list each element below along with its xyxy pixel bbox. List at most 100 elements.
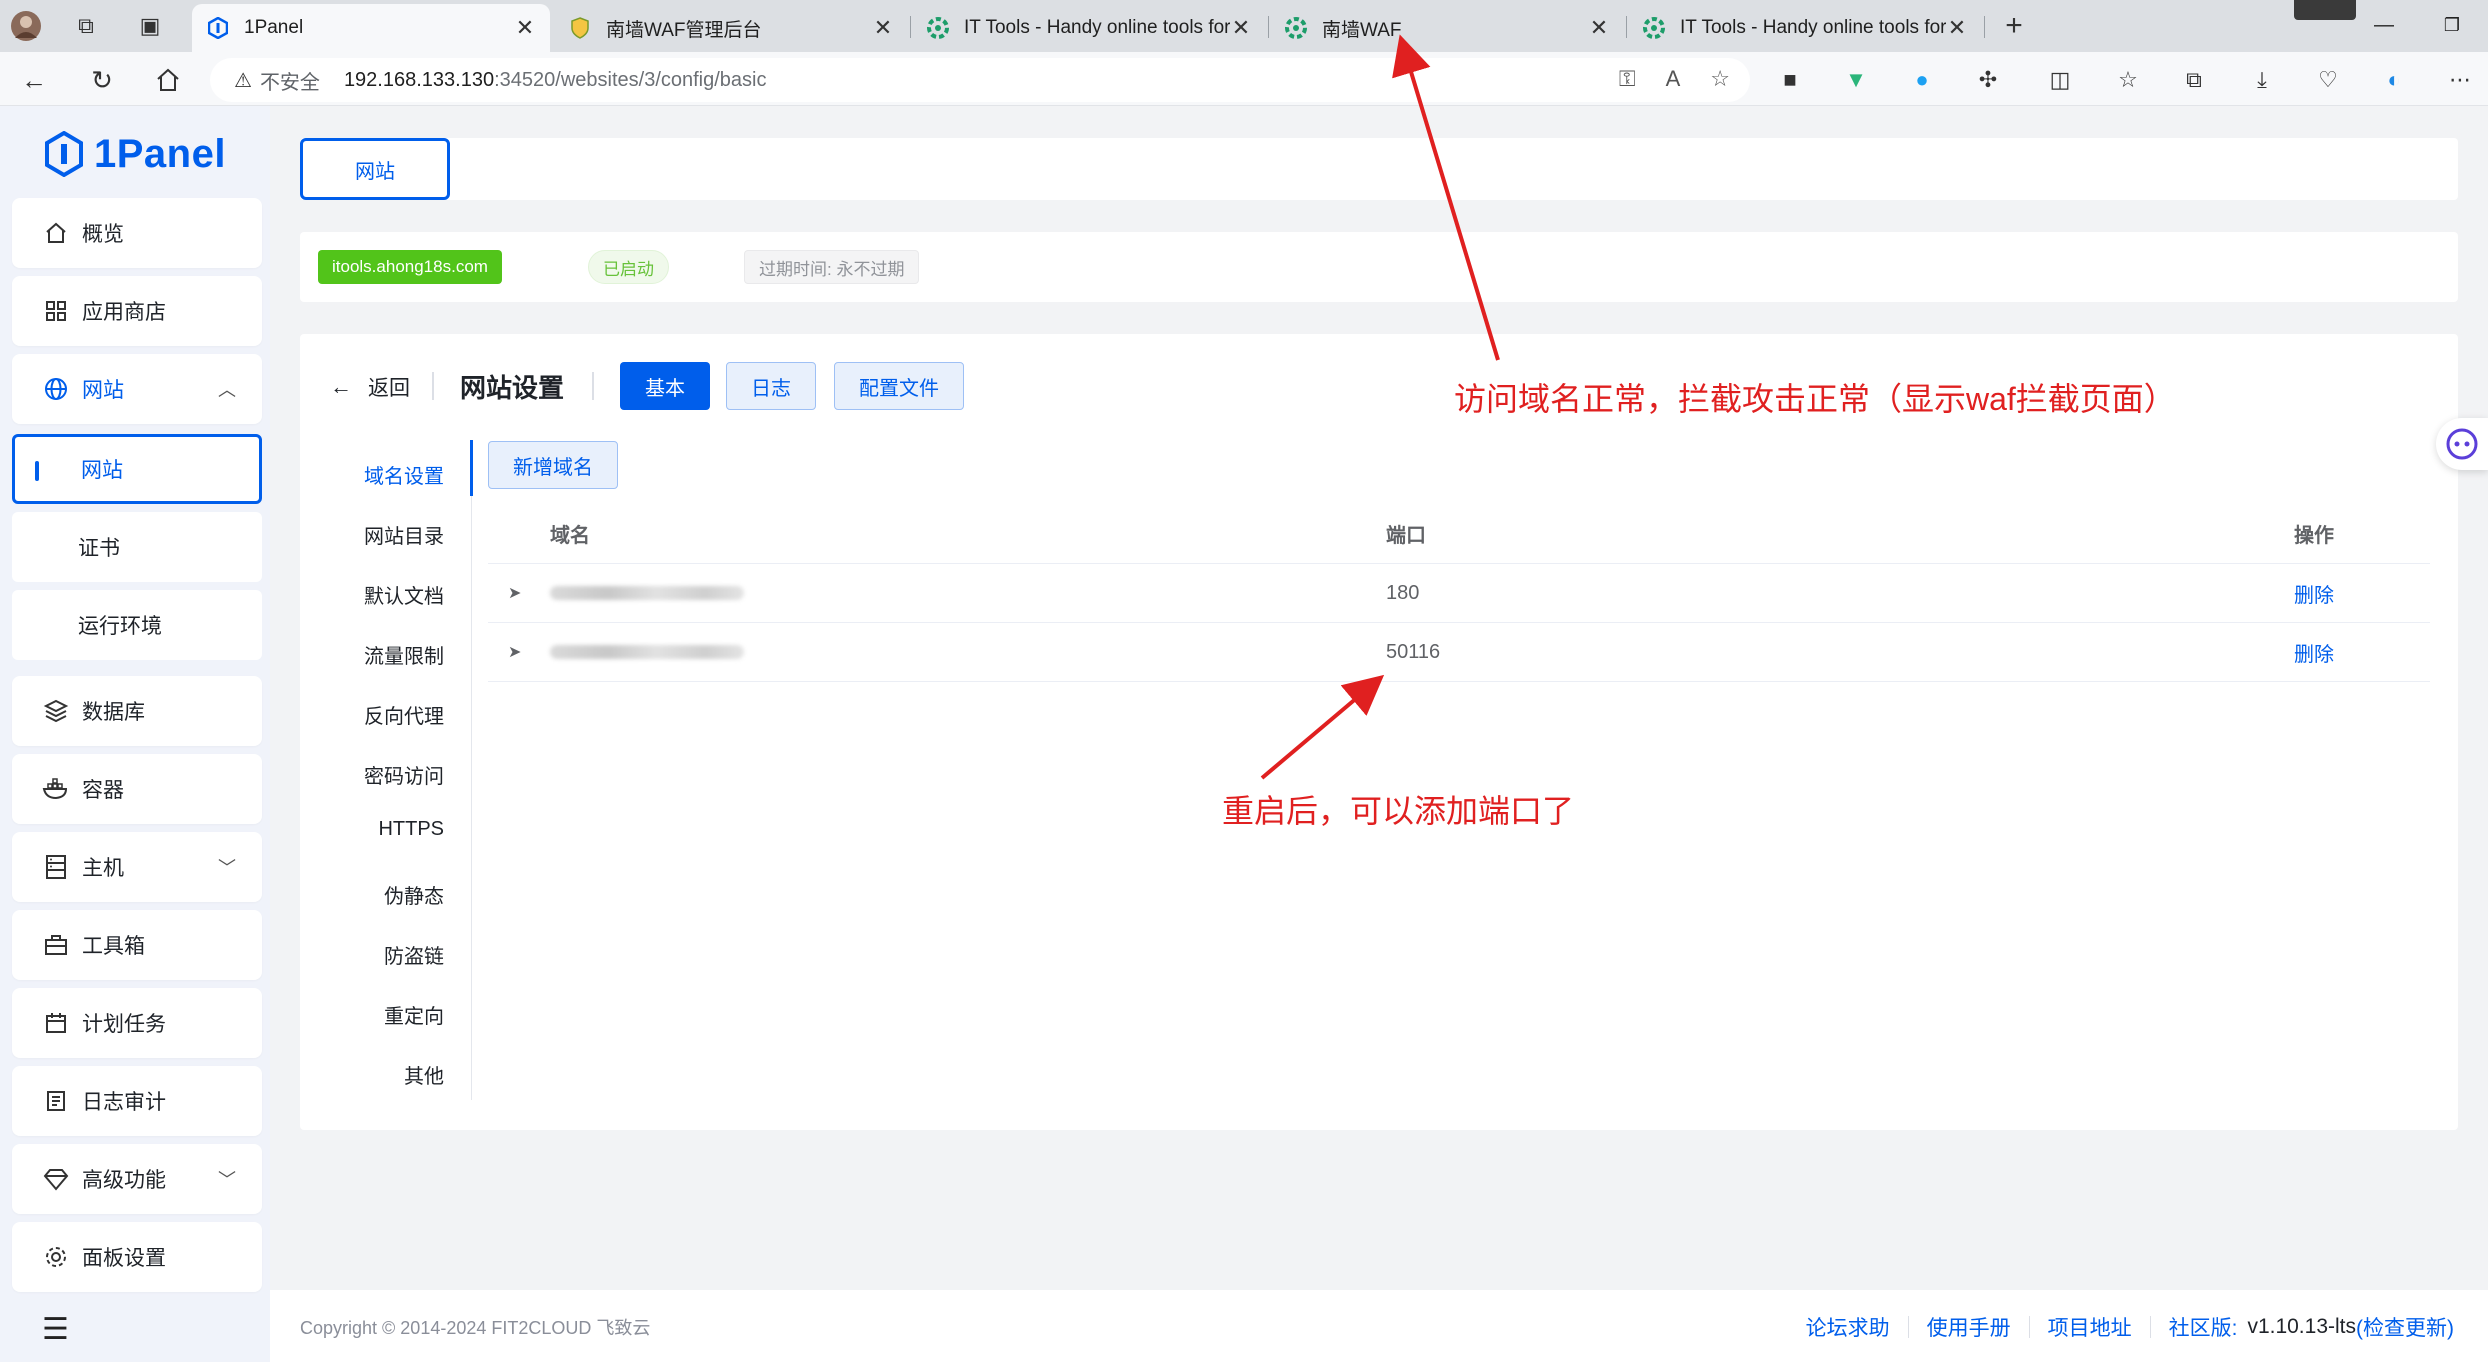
tab-1panel[interactable]: 1Panel ✕ [192,4,550,52]
back-button[interactable]: ← 返回 [330,372,410,402]
side-nav-redirect[interactable]: 重定向 [384,1000,444,1029]
sidebar-item-websites[interactable]: 网站 ︿ [12,354,262,424]
sidebar-item-panel-settings[interactable]: 面板设置 [12,1222,262,1292]
new-tab-icon[interactable]: + [1998,9,2030,42]
vue-devtools-icon[interactable]: ▼ [1840,64,1872,96]
collapse-menu-icon[interactable]: ☰ [42,1312,69,1347]
restore-icon[interactable]: ❐ [2432,8,2472,42]
extension-bird-icon[interactable]: ● [1906,64,1938,96]
browser-tab-bar: ⧉ ▣ 1Panel ✕ 南墙WAF管理后台 ✕ IT Tools - Hand… [0,0,2488,52]
security-label[interactable]: 不安全 [260,66,320,95]
tab-it-tools-2[interactable]: IT Tools - Handy online tools for ✕ [1628,4,1982,52]
sidebar-item-database[interactable]: 数据库 [12,676,262,746]
sidebar-subitem-certificate[interactable]: 证书 [12,512,262,582]
close-tab-icon[interactable]: ✕ [1588,15,1610,41]
column-header-domain: 域名 [550,525,590,547]
side-nav-password-access[interactable]: 密码访问 [364,760,444,789]
side-nav-other[interactable]: 其他 [404,1060,444,1089]
it-tools-favicon-icon [926,16,950,40]
extensions-puzzle-icon[interactable]: ✣ [1972,64,2004,96]
add-domain-button[interactable]: 新增域名 [488,441,618,489]
sidebar-subitem-runtime[interactable]: 运行环境 [12,590,262,660]
side-nav-divider [471,496,472,1100]
sidebar-subitem-website[interactable]: 网站 [12,434,262,504]
logo-text: 1Panel [94,131,226,176]
edge-copilot-icon[interactable]: ◐ [2378,64,2410,96]
check-update-link[interactable]: (检查更新) [2356,1312,2454,1342]
domain-table: 域名 端口 操作 ➤ 180 删除 ➤ 50116 删除 [488,504,2430,682]
sidebar-item-overview[interactable]: 概览 [12,198,262,268]
minimize-icon[interactable]: — [2364,8,2404,42]
manual-link[interactable]: 使用手册 [1927,1312,2011,1342]
globe-icon [42,375,70,403]
sidebar-item-cron[interactable]: 计划任务 [12,988,262,1058]
docker-whale-icon [42,775,70,803]
side-nav-hotlink[interactable]: 防盗链 [384,940,444,969]
tab-it-tools[interactable]: IT Tools - Handy online tools for ✕ [912,4,1266,52]
downloads-icon[interactable]: ⤓ [2246,64,2278,96]
side-nav-domain[interactable]: 域名设置 [364,460,444,489]
site-domain-tag[interactable]: itools.ahong18s.com [318,250,502,284]
side-nav-reverse-proxy[interactable]: 反向代理 [364,700,444,729]
vertical-tabs-icon[interactable]: ▣ [134,10,166,42]
sidebar-item-containers[interactable]: 容器 [12,754,262,824]
sidebar-item-app-store[interactable]: 应用商店 [12,276,262,346]
sidebar-item-label: 工具箱 [82,935,145,958]
side-nav-active-bar [470,440,473,496]
side-nav-site-dir[interactable]: 网站目录 [364,520,444,549]
close-tab-icon[interactable]: ✕ [1230,15,1252,41]
side-nav-default-doc[interactable]: 默认文档 [364,580,444,609]
warning-icon[interactable]: ⚠ [234,68,252,93]
favorite-star-icon[interactable]: ☆ [1710,66,1730,92]
logo[interactable]: 1Panel [44,124,226,184]
favorites-icon[interactable]: ☆ [2112,64,2144,96]
close-tab-icon[interactable]: ✕ [514,15,536,41]
tab-config-file[interactable]: 配置文件 [834,362,964,410]
delete-link[interactable]: 删除 [2294,623,2334,681]
more-menu-icon[interactable]: ⋯ [2444,64,2476,96]
side-nav-rate-limit[interactable]: 流量限制 [364,640,444,669]
sidebar-item-advanced[interactable]: 高级功能 ﹀ [12,1144,262,1214]
it-tools-favicon-icon [1642,16,1666,40]
forum-link[interactable]: 论坛求助 [1806,1312,1890,1342]
assistant-robot-icon[interactable] [2436,418,2488,470]
grid-icon [42,297,70,325]
reload-icon[interactable]: ↻ [84,62,120,98]
blurred-text [550,645,744,659]
home-icon[interactable] [150,62,186,98]
split-screen-icon[interactable]: ◫ [2044,64,2076,96]
sidebar-item-logs[interactable]: 日志审计 [12,1066,262,1136]
tab-nanqiang-waf[interactable]: 南墙WAF ✕ [1270,4,1624,52]
server-icon [42,853,70,881]
project-link[interactable]: 项目地址 [2048,1312,2132,1342]
close-tab-icon[interactable]: ✕ [872,15,894,41]
sidebar-item-host[interactable]: 主机 ﹀ [12,832,262,902]
copyright-text: Copyright © 2014-2024 FIT2CLOUD 飞致云 [300,1318,651,1338]
read-aloud-icon[interactable]: A [1666,66,1681,92]
workspaces-icon[interactable]: ⧉ [70,10,102,42]
tab-logs[interactable]: 日志 [726,362,816,410]
toolbox-icon [42,931,70,959]
sidebar: 1Panel 概览 应用商店 网站 ︿ 网站 证书 运行环境 数据库 容器 主机… [0,106,270,1362]
performance-icon[interactable]: ♡ [2312,64,2344,96]
tab-title: 1Panel [244,17,304,38]
collections-icon[interactable]: ⧉ [2178,64,2210,96]
close-tab-icon[interactable]: ✕ [1946,15,1968,41]
1panel-logo-icon [45,131,83,177]
chevron-down-icon: ﹀ [218,1170,236,1190]
key-icon[interactable]: ⚿ [1619,66,1636,92]
port-cell: 50116 [1386,640,1441,663]
layers-icon [42,697,70,725]
website-tab-button[interactable]: 网站 [300,138,450,200]
back-arrow-icon[interactable]: ← [16,62,52,98]
side-nav-https[interactable]: HTTPS [378,818,444,841]
tab-nanqiang-admin[interactable]: 南墙WAF管理后台 ✕ [554,4,908,52]
domain-cell-blurred [550,623,744,681]
delete-link[interactable]: 删除 [2294,564,2334,622]
extension-black-icon[interactable]: ■ [1774,64,1806,96]
profile-avatar-icon[interactable] [10,10,42,42]
url-field[interactable]: ⚠ 不安全 192.168.133.130:34520/websites/3/c… [210,58,1750,102]
sidebar-item-toolbox[interactable]: 工具箱 [12,910,262,980]
side-nav-rewrite[interactable]: 伪静态 [384,880,444,909]
tab-basic[interactable]: 基本 [620,362,710,410]
